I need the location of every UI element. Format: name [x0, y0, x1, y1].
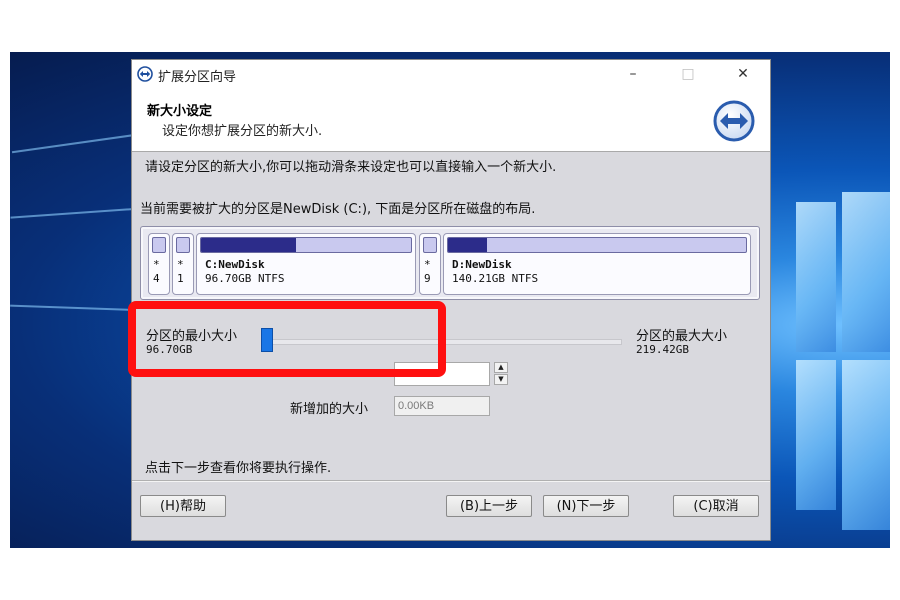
- app-icon: [137, 66, 153, 82]
- partition-name: C:NewDisk: [205, 258, 265, 271]
- maximize-button[interactable]: □: [665, 62, 711, 86]
- partition-block-d[interactable]: D:NewDisk 140.21GB NTFS: [443, 233, 751, 295]
- partition-name: *: [177, 258, 184, 271]
- extend-arrows-icon: [713, 100, 755, 142]
- spin-down-button[interactable]: ▼: [494, 374, 508, 385]
- windows-logo: [790, 192, 890, 542]
- minimize-button[interactable]: –: [610, 62, 656, 86]
- extend-partition-wizard-window: 扩展分区向导 – □ ✕ 新大小设定 设定你想扩展分区的新大小. 请设定分区的新…: [132, 60, 770, 540]
- next-step-hint: 点击下一步查看你将要执行操作.: [145, 461, 332, 476]
- partition-name: *: [424, 258, 431, 271]
- max-size-label: 分区的最大大小: [636, 329, 728, 344]
- window-title: 扩展分区向导: [158, 70, 237, 85]
- partition-block-c[interactable]: C:NewDisk 96.70GB NTFS: [196, 233, 416, 295]
- title-bar[interactable]: 扩展分区向导 – □ ✕: [132, 60, 770, 88]
- max-size-value: 219.42GB: [636, 343, 689, 356]
- partition-info: 140.21GB NTFS: [452, 272, 539, 285]
- added-size-label: 新增加的大小: [290, 402, 369, 417]
- cancel-button[interactable]: (C)取消: [673, 495, 759, 517]
- partition-usage-fill: [201, 238, 296, 252]
- next-button[interactable]: (N)下一步: [543, 495, 629, 517]
- spin-up-button[interactable]: ▲: [494, 362, 508, 373]
- instruction-text: 请设定分区的新大小,你可以拖动滑条来设定也可以直接输入一个新大小.: [145, 160, 557, 175]
- partition-name: D:NewDisk: [452, 258, 512, 271]
- partition-info: 1: [177, 272, 184, 285]
- layout-intro-text: 当前需要被扩大的分区是NewDisk (C:), 下面是分区所在磁盘的布局.: [140, 202, 536, 217]
- partition-block-unallocated-3[interactable]: * 9: [419, 233, 441, 295]
- partition-info: 4: [153, 272, 160, 285]
- red-highlight-box: [128, 301, 446, 377]
- wizard-header: 新大小设定 设定你想扩展分区的新大小.: [132, 88, 770, 152]
- page-subtitle: 设定你想扩展分区的新大小.: [162, 124, 323, 139]
- partition-info: 96.70GB NTFS: [205, 272, 285, 285]
- partition-block-unallocated-2[interactable]: * 1: [172, 233, 194, 295]
- added-size-field: [394, 396, 490, 416]
- partition-name: *: [153, 258, 160, 271]
- partition-usage-fill: [448, 238, 487, 252]
- page-title: 新大小设定: [147, 104, 213, 119]
- close-button[interactable]: ✕: [720, 62, 766, 86]
- back-button[interactable]: (B)上一步: [446, 495, 532, 517]
- footer-divider: [132, 480, 770, 481]
- disk-layout-map: * 4 * 1 C:NewDisk 96.70GB NTFS * 9 D:NewDisk…: [140, 226, 760, 300]
- help-button[interactable]: (H)帮助: [140, 495, 226, 517]
- partition-block-unallocated-1[interactable]: * 4: [148, 233, 170, 295]
- partition-info: 9: [424, 272, 431, 285]
